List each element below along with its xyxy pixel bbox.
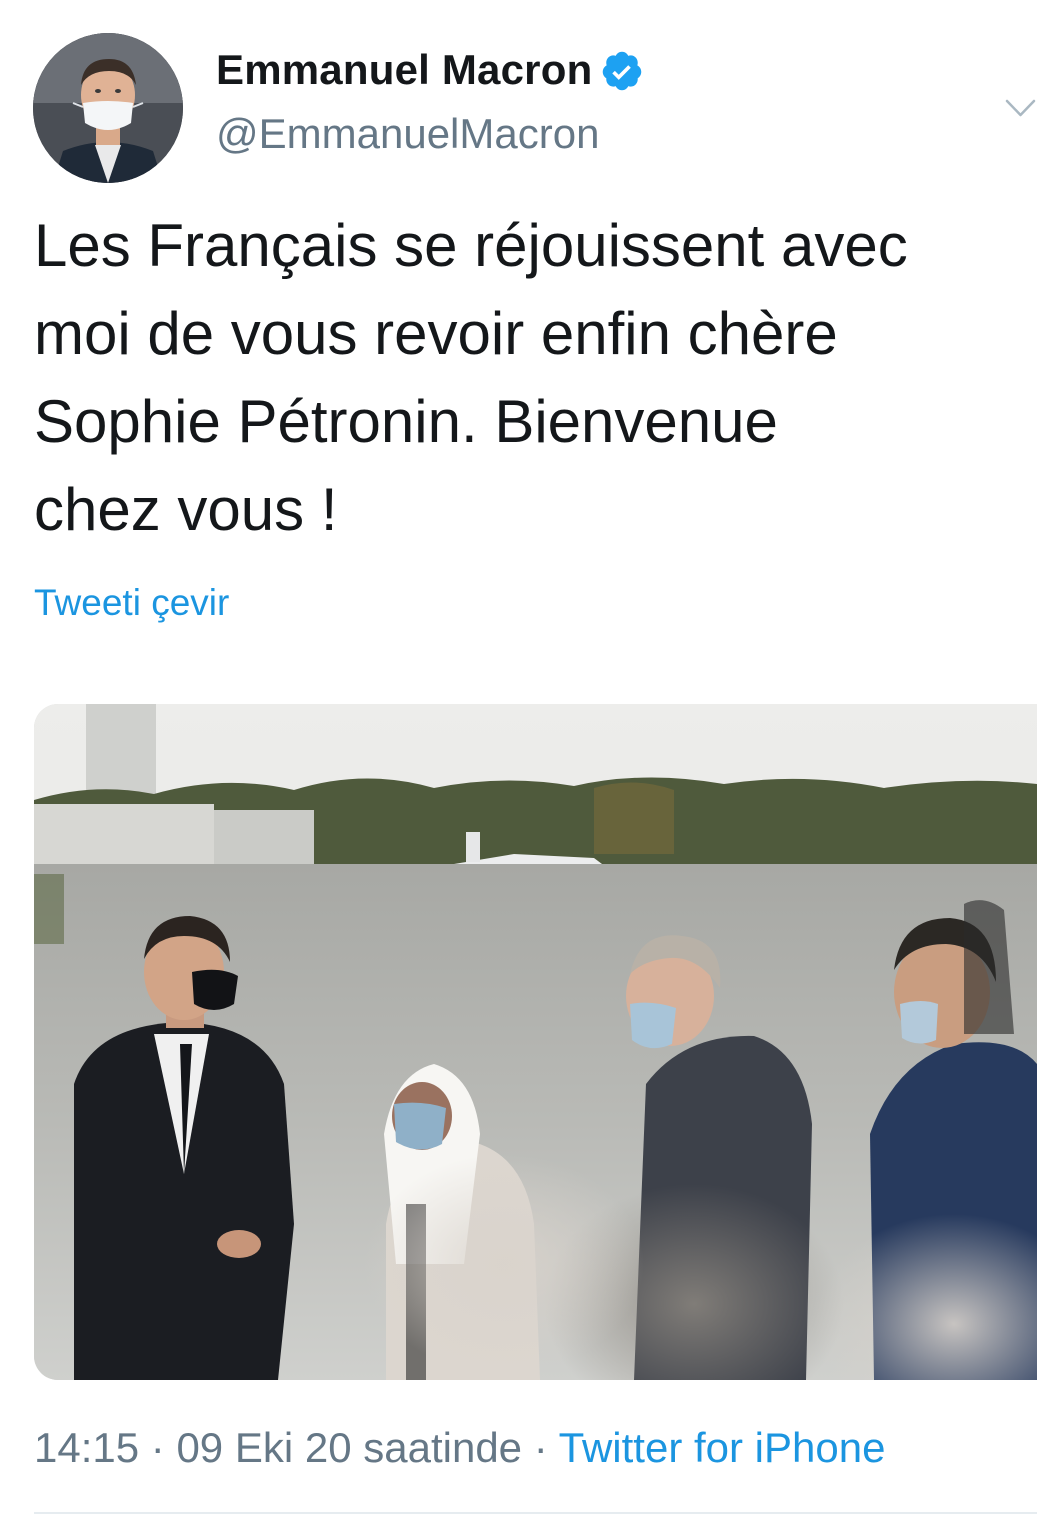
- translate-tweet-link[interactable]: Tweeti çevir: [34, 582, 229, 624]
- display-name[interactable]: Emmanuel Macron: [216, 46, 592, 94]
- meta-separator: ·: [533, 1424, 548, 1471]
- tweet-time[interactable]: 14:15: [34, 1424, 139, 1471]
- tweet-date[interactable]: 09 Eki 20 saatinde: [176, 1424, 522, 1471]
- photo-image: [34, 704, 1037, 1380]
- verified-badge-icon: [603, 51, 642, 91]
- avatar-image: [33, 33, 183, 183]
- user-block: Emmanuel Macron @EmmanuelMacron: [216, 40, 916, 158]
- divider: [34, 1512, 1037, 1514]
- tweet-metadata: 14:15 · 09 Eki 20 saatinde · Twitter for…: [34, 1424, 885, 1472]
- name-row: Emmanuel Macron: [216, 40, 916, 100]
- user-handle[interactable]: @EmmanuelMacron: [216, 110, 916, 158]
- tweet-photo[interactable]: [34, 704, 1037, 1380]
- avatar[interactable]: [33, 33, 183, 183]
- chevron-down-icon[interactable]: [1004, 93, 1037, 126]
- meta-separator: ·: [150, 1424, 165, 1471]
- tweet-card: Emmanuel Macron @EmmanuelMacron Les Fran…: [0, 0, 1037, 1520]
- tweet-source-link[interactable]: Twitter for iPhone: [559, 1424, 886, 1471]
- tweet-text: Les Français se réjouissent avec moi de …: [34, 212, 908, 543]
